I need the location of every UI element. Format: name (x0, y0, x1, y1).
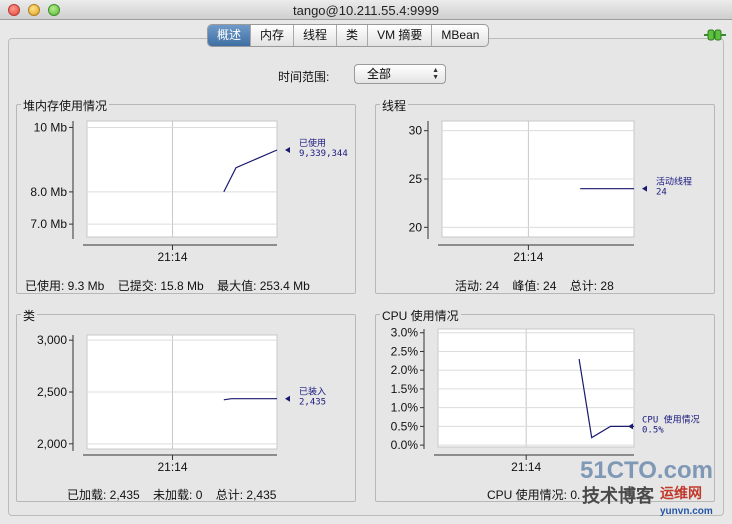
legend-value: 2,435 (299, 398, 326, 408)
y-tick-label: 3,000 (37, 333, 67, 347)
title-bar: tango@10.211.55.4:9999 (0, 0, 732, 20)
classes-stats: 已加载: 2,435 未加载: 0 总计: 2,435 (67, 486, 276, 503)
tab-threads[interactable]: 线程 (293, 25, 336, 46)
classes-total-stat: 总计: 2,435 (215, 488, 277, 502)
y-tick-label: 0.5% (391, 419, 419, 433)
cpu-usage-stat: CPU 使用情况: 0. (487, 488, 581, 502)
watermark-line2: 技术博客 (582, 485, 655, 507)
classes-loaded-stat: 已加载: 2,435 (67, 488, 140, 502)
site-watermark: 51CTO.com 技术博客 运维网 yunvn.com (580, 457, 713, 517)
legend-value: 0.5% (642, 425, 664, 435)
threads-total-stat: 总计: 28 (569, 279, 614, 293)
legend-value: 9,339,344 (299, 149, 348, 159)
threads-panel: 线程 30 25 20 21:14 活动线程 24 活动: 24 峰值: 24 总计: 2… (375, 97, 715, 294)
heap-used-stat: 已使用: 9.3 Mb (25, 279, 105, 293)
legend-name: CPU 使用情况 (642, 413, 700, 425)
watermark-line3: 运维网 (660, 485, 702, 502)
tab-classes[interactable]: 类 (336, 25, 367, 46)
x-tick-label: 21:14 (157, 250, 187, 264)
y-tick-label: 20 (409, 220, 423, 234)
legend-marker-icon (285, 147, 290, 153)
legend-marker-icon (642, 185, 647, 192)
threads-live-stat: 活动: 24 (455, 279, 500, 293)
y-tick-label: 8.0 Mb (30, 185, 67, 199)
y-tick-label: 1.5% (391, 382, 419, 396)
cpu-stats: CPU 使用情况: 0. (487, 486, 580, 503)
x-tick-label: 21:14 (511, 460, 541, 474)
tab-mbean[interactable]: MBean (431, 25, 488, 46)
watermark-line1: 51CTO.com (580, 457, 713, 484)
watermark-line4: yunvn.com (660, 506, 713, 517)
legend-name: 已使用 (299, 137, 326, 149)
threads-stats: 活动: 24 峰值: 24 总计: 28 (455, 277, 614, 294)
time-range-value: 全部 (367, 67, 392, 81)
time-range-label: 时间范围: (278, 70, 330, 84)
legend-marker-icon (285, 395, 290, 402)
threads-peak-stat: 峰值: 24 (512, 279, 557, 293)
select-arrows-icon: ▲ ▼ (432, 67, 439, 81)
tab-memory[interactable]: 内存 (250, 25, 293, 46)
x-tick-label: 21:14 (157, 460, 187, 474)
legend-value: 24 (656, 188, 667, 198)
classes-chart: 3,000 2,500 2,000 21:14 已装入2,435 (37, 333, 326, 474)
classes-unloaded-stat: 未加载: 0 (153, 488, 203, 502)
heap-committed-stat: 已提交: 15.8 Mb (117, 279, 204, 293)
heap-chart: 10 Mb 8.0 Mb 7.0 Mb 21:14 已使用9,339,344 (30, 120, 348, 264)
heap-panel: 堆内存使用情况 10 Mb 8.0 Mb 7.0 Mb 21:14 已使用 9,339,3… (16, 97, 356, 294)
threads-chart: 30 25 20 21:14 活动线程24 (409, 120, 692, 264)
y-tick-label: 2.0% (391, 363, 419, 377)
tab-bar: 概述 内存 线程 类 VM 摘要 MBean (207, 24, 490, 47)
heap-max-stat: 最大值: 253.4 Mb (217, 279, 310, 293)
heap-stats: 已使用: 9.3 Mb 已提交: 15.8 Mb 最大值: 253.4 Mb (25, 277, 310, 294)
y-tick-label: 2,500 (37, 385, 67, 399)
time-range-select[interactable]: 全部 ▲ ▼ (354, 64, 446, 84)
y-tick-label: 7.0 Mb (30, 217, 67, 231)
y-tick-label: 2.5% (391, 344, 419, 358)
tab-vm-summary[interactable]: VM 摘要 (367, 25, 431, 46)
y-tick-label: 2,000 (37, 437, 67, 451)
window-title: tango@10.211.55.4:9999 (293, 3, 439, 18)
plot-area (86, 120, 278, 238)
tab-overview[interactable]: 概述 (208, 25, 251, 46)
y-tick-label: 1.0% (391, 401, 419, 415)
legend-name: 活动线程 (656, 176, 692, 188)
y-tick-label: 0.0% (391, 438, 419, 452)
connection-icon[interactable] (704, 28, 726, 42)
y-tick-label: 25 (409, 172, 423, 186)
y-tick-label: 10 Mb (34, 120, 68, 134)
classes-panel: 类 3,000 2,500 2,000 21:14 已装入 2,435 已加载: 2,43… (16, 307, 356, 503)
legend-name: 已装入 (299, 386, 326, 398)
y-tick-label: 30 (409, 124, 423, 138)
y-tick-label: 3.0% (391, 326, 419, 340)
x-tick-label: 21:14 (513, 250, 543, 264)
